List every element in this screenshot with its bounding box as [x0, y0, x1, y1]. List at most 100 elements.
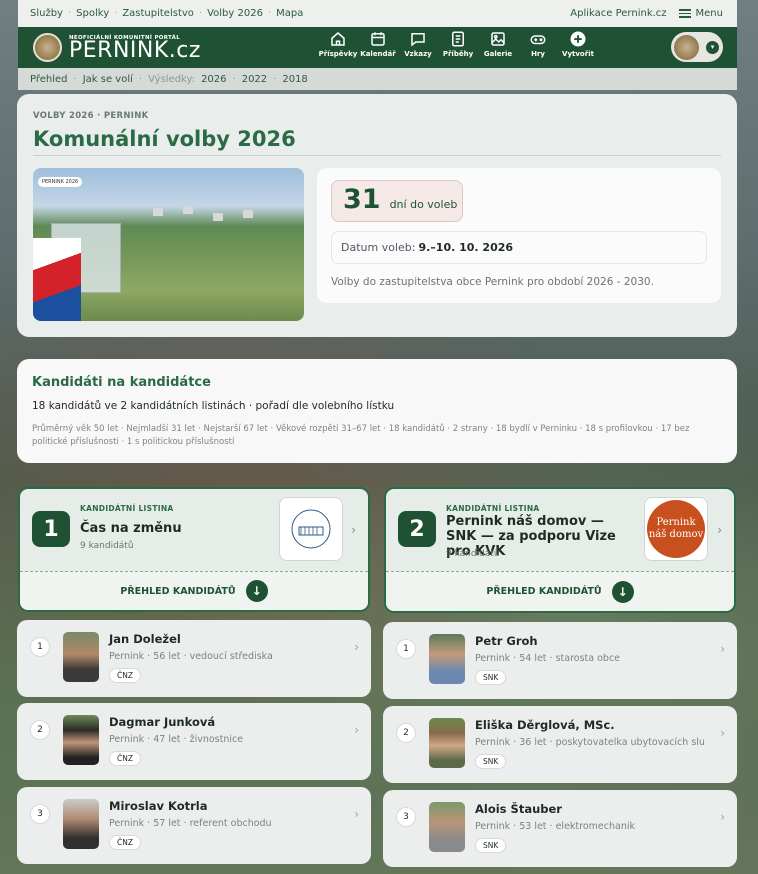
- candidate-card[interactable]: 1 Jan Doležel Pernink · 56 let · vedoucí…: [17, 620, 371, 697]
- message-icon: [411, 33, 425, 47]
- countdown-days: 31: [343, 184, 381, 215]
- party-number: 1: [32, 511, 70, 547]
- page-title: Komunální volby 2026: [33, 127, 296, 151]
- subnav-year-2018[interactable]: 2018: [282, 74, 307, 85]
- chevron-right-icon: ›: [717, 523, 722, 537]
- chevron-right-icon: ›: [720, 726, 725, 740]
- topbar-link-spolky[interactable]: Spolky: [76, 8, 109, 19]
- brand[interactable]: NEOFICIÁLNÍ KOMUNITNÍ PORTÁL PERNINK.cz: [69, 35, 201, 63]
- countdown-badge: 31 dní do voleb: [331, 180, 463, 222]
- candidate-card[interactable]: 3 Alois Štauber Pernink · 53 let · elekt…: [383, 790, 737, 867]
- candidate-name: Eliška Děrglová, MSc.: [475, 718, 615, 732]
- party-number: 2: [398, 511, 436, 547]
- party-name: Čas na změnu: [80, 521, 182, 536]
- candidate-card[interactable]: 3 Miroslav Kotrla Pernink · 57 let · ref…: [17, 787, 371, 864]
- plus-circle-icon: [570, 31, 586, 47]
- subnav-year-2026[interactable]: 2026: [201, 74, 226, 85]
- candidate-meta: Pernink · 56 let · vedoucí střediska: [109, 651, 273, 662]
- candidate-photo: [429, 802, 465, 852]
- summary-stats: Průměrný věk 50 let · Nejmladší 31 let ·…: [32, 424, 690, 447]
- subnav-jak-se-voli[interactable]: Jak se volí: [83, 74, 133, 85]
- nav-hry[interactable]: Hry: [518, 30, 558, 58]
- nav-label: Hry: [531, 50, 545, 58]
- photo-badge: PERNINK 2026: [38, 177, 83, 187]
- nav-galerie[interactable]: Galerie: [478, 30, 518, 58]
- main-header: NEOFICIÁLNÍ KOMUNITNÍ PORTÁL PERNINK.cz …: [18, 27, 737, 68]
- date-label: Datum voleb:: [341, 241, 416, 254]
- chevron-right-icon: ›: [354, 723, 359, 737]
- topbar-link-mapa[interactable]: Mapa: [276, 8, 303, 19]
- party-card-2[interactable]: 2 KANDIDÁTNÍ LISTINA Pernink náš domov —…: [384, 487, 736, 613]
- candidate-meta: Pernink · 36 let · poskytovatelka ubytov…: [475, 737, 705, 748]
- party-logo: Pernink náš domov: [644, 497, 708, 561]
- topbar-link-volby[interactable]: Volby 2026: [207, 8, 263, 19]
- user-menu-button[interactable]: ▾: [671, 32, 723, 62]
- nav-label: Galerie: [483, 50, 513, 58]
- app-link[interactable]: Aplikace Pernink.cz: [570, 8, 666, 19]
- chevron-down-icon: ▾: [706, 40, 719, 54]
- breadcrumb-subnav: Přehled · Jak se volí · Výsledky: 2026 · 20…: [18, 68, 737, 90]
- chevron-right-icon: ›: [351, 523, 356, 537]
- nav-label: Kalendář: [360, 50, 396, 58]
- candidate-position: 2: [396, 723, 416, 743]
- party-tag: ČNZ: [109, 751, 141, 766]
- topbar-link-sluzby[interactable]: Služby: [30, 8, 63, 19]
- election-info-panel: 31 dní do voleb Datum voleb: 9.–10. 10. 2…: [317, 168, 721, 303]
- summary-title: Kandidáti na kandidátce: [32, 375, 211, 390]
- gamepad-icon: [530, 35, 546, 45]
- candidate-card[interactable]: 2 Dagmar Junková Pernink · 47 let · živn…: [17, 703, 371, 780]
- nav-vzkazy[interactable]: Vzkazy: [398, 30, 438, 58]
- nav-kalendar[interactable]: Kalendář: [358, 30, 398, 58]
- party-kicker: KANDIDÁTNÍ LISTINA: [80, 504, 174, 513]
- candidate-photo: [429, 634, 465, 684]
- image-icon: [491, 32, 505, 46]
- election-description: Volby do zastupitelstva obce Pernink pro…: [331, 276, 654, 288]
- candidate-position: 1: [30, 637, 50, 657]
- arrow-down-icon: ↓: [611, 580, 634, 603]
- nav-label: Příběhy: [442, 50, 474, 58]
- overview-label: PŘEHLED KANDIDÁTŮ: [120, 585, 236, 597]
- top-utility-bar: Služby · Spolky · Zastupitelstvo · Volby 20…: [18, 0, 737, 27]
- candidate-photo: [63, 715, 99, 765]
- divider: [33, 155, 721, 156]
- candidate-photo: [63, 632, 99, 682]
- nav-pribehy[interactable]: Příběhy: [438, 30, 478, 58]
- party-card-1[interactable]: 1 KANDIDÁTNÍ LISTINA Čas na změnu 9 kand…: [18, 487, 370, 612]
- chevron-right-icon: ›: [720, 810, 725, 824]
- candidate-card[interactable]: 2 Eliška Děrglová, MSc. Pernink · 36 let…: [383, 706, 737, 783]
- date-value: 9.–10. 10. 2026: [418, 241, 514, 254]
- nav-vytvorit[interactable]: Vytvořit: [558, 30, 598, 58]
- candidate-meta: Pernink · 47 let · živnostnice: [109, 734, 244, 745]
- arrow-down-icon: ↓: [245, 580, 268, 602]
- brand-name: PERNINK.cz: [69, 37, 201, 63]
- topbar-link-zastupitelstvo[interactable]: Zastupitelstvo: [122, 8, 194, 19]
- party-count: 9 kandidátů: [446, 549, 500, 559]
- candidate-name: Dagmar Junková: [109, 715, 216, 729]
- subnav-prehled[interactable]: Přehled: [30, 74, 68, 85]
- candidate-position: 1: [396, 639, 416, 659]
- candidate-name: Alois Štauber: [475, 802, 562, 816]
- menu-button[interactable]: Menu: [678, 8, 723, 19]
- election-date: Datum voleb: 9.–10. 10. 2026: [331, 231, 707, 264]
- overview-label: PŘEHLED KANDIDÁTŮ: [486, 586, 602, 597]
- party-count: 9 kandidátů: [80, 541, 134, 551]
- main-nav: Příspěvky Kalendář Vzkazy Příběhy Galeri…: [318, 30, 598, 58]
- candidate-meta: Pernink · 57 let · referent obchodu: [109, 818, 272, 829]
- coat-of-arms-logo[interactable]: [33, 33, 62, 62]
- summary-line: 18 kandidátů ve 2 kandidátních listinách…: [32, 400, 395, 412]
- candidate-photo: [429, 718, 465, 768]
- candidates-overview-button[interactable]: PŘEHLED KANDIDÁTŮ ↓: [386, 571, 734, 611]
- candidate-meta: Pernink · 54 let · starosta obce: [475, 653, 621, 664]
- party-logo: [279, 497, 343, 561]
- nav-prispevky[interactable]: Příspěvky: [318, 30, 358, 58]
- chevron-right-icon: ›: [354, 807, 359, 821]
- subnav-year-2022[interactable]: 2022: [242, 74, 267, 85]
- menu-label: Menu: [695, 8, 723, 19]
- candidate-name: Jan Doležel: [109, 632, 181, 646]
- party-kicker: KANDIDÁTNÍ LISTINA: [446, 504, 540, 513]
- candidate-card[interactable]: 1 Petr Groh Pernink · 54 let · starosta …: [383, 622, 737, 699]
- candidate-name: Miroslav Kotrla: [109, 799, 208, 813]
- candidates-overview-button[interactable]: PŘEHLED KANDIDÁTŮ ↓: [20, 571, 368, 610]
- party-logo-circle: Pernink náš domov: [647, 500, 705, 558]
- avatar: [674, 34, 699, 60]
